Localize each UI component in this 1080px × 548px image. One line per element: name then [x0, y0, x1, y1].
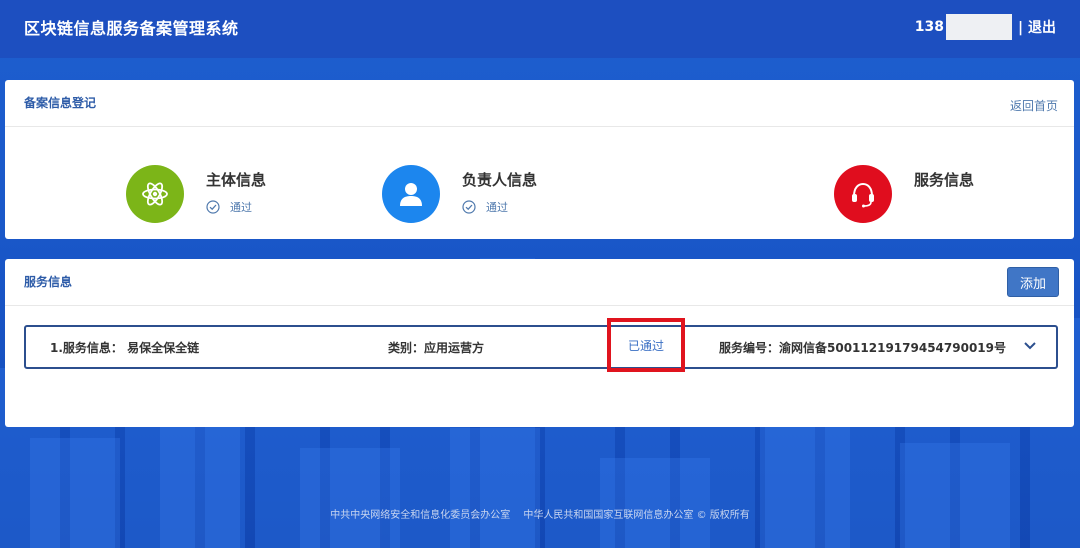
registration-card: 备案信息登记 返回首页 主体信息 通过 负责人信息 通过 服务信息	[5, 80, 1074, 239]
masked-phone	[946, 14, 1012, 40]
step-service-info[interactable]: 服务信息	[834, 165, 974, 223]
step-name: 负责人信息	[462, 171, 538, 189]
step-entity-info[interactable]: 主体信息 通过	[126, 165, 266, 223]
footer-org-copyright: 中华人民共和国国家互联网信息办公室 © 版权所有	[523, 510, 750, 521]
footer: 中共中央网络安全和信息化委员会办公室 中华人民共和国国家互联网信息办公室 © 版…	[0, 506, 1080, 521]
step-name: 服务信息	[914, 171, 975, 189]
app-title: 区块链信息服务备案管理系统	[24, 19, 239, 38]
phone-prefix: 138	[914, 19, 944, 35]
registration-card-header: 备案信息登记 返回首页	[5, 80, 1074, 127]
registration-steps: 主体信息 通过 负责人信息 通过 服务信息	[5, 127, 1074, 239]
add-button[interactable]: 添加	[1007, 267, 1059, 297]
step-name: 主体信息	[206, 171, 267, 189]
step-status-label: 通过	[230, 201, 252, 214]
status-badge[interactable]: 已通过	[607, 318, 685, 372]
atom-icon	[126, 165, 184, 223]
check-circle-icon	[462, 200, 476, 214]
service-number: 服务编号：渝网信备50011219179454790019号	[719, 341, 1006, 355]
service-category: 类别：应用运营方	[388, 341, 485, 355]
check-circle-icon	[206, 200, 220, 214]
service-row[interactable]: 1.服务信息： 易保全保全链 类别：应用运营方 已通过 服务编号：渝网信备500…	[24, 318, 1058, 372]
step-status-label: 通过	[486, 201, 508, 214]
status-label: 已通过	[627, 338, 664, 353]
logout-link[interactable]: | 退出	[1018, 17, 1056, 37]
service-info-card: 服务信息 添加 1.服务信息： 易保全保全链 类别：应用运营方 已通过 服务编号…	[5, 259, 1074, 427]
footer-org-cac: 中共中央网络安全和信息化委员会办公室	[330, 510, 511, 521]
registration-card-title: 备案信息登记	[24, 96, 97, 110]
user-icon	[382, 165, 440, 223]
service-info-card-title: 服务信息	[24, 275, 73, 289]
top-header: 区块链信息服务备案管理系统 138 | 退出	[0, 0, 1080, 58]
back-home-link[interactable]: 返回首页	[1010, 97, 1058, 114]
step-status: 通过	[206, 199, 266, 215]
user-area: 138 | 退出	[914, 14, 1056, 40]
step-responsible-person-info[interactable]: 负责人信息 通过	[382, 165, 537, 223]
service-info-card-header: 服务信息 添加	[5, 259, 1074, 306]
headset-icon	[834, 165, 892, 223]
chevron-down-icon[interactable]	[1024, 342, 1036, 350]
service-info-text: 1.服务信息： 易保全保全链	[50, 341, 200, 355]
step-status: 通过	[462, 199, 537, 215]
